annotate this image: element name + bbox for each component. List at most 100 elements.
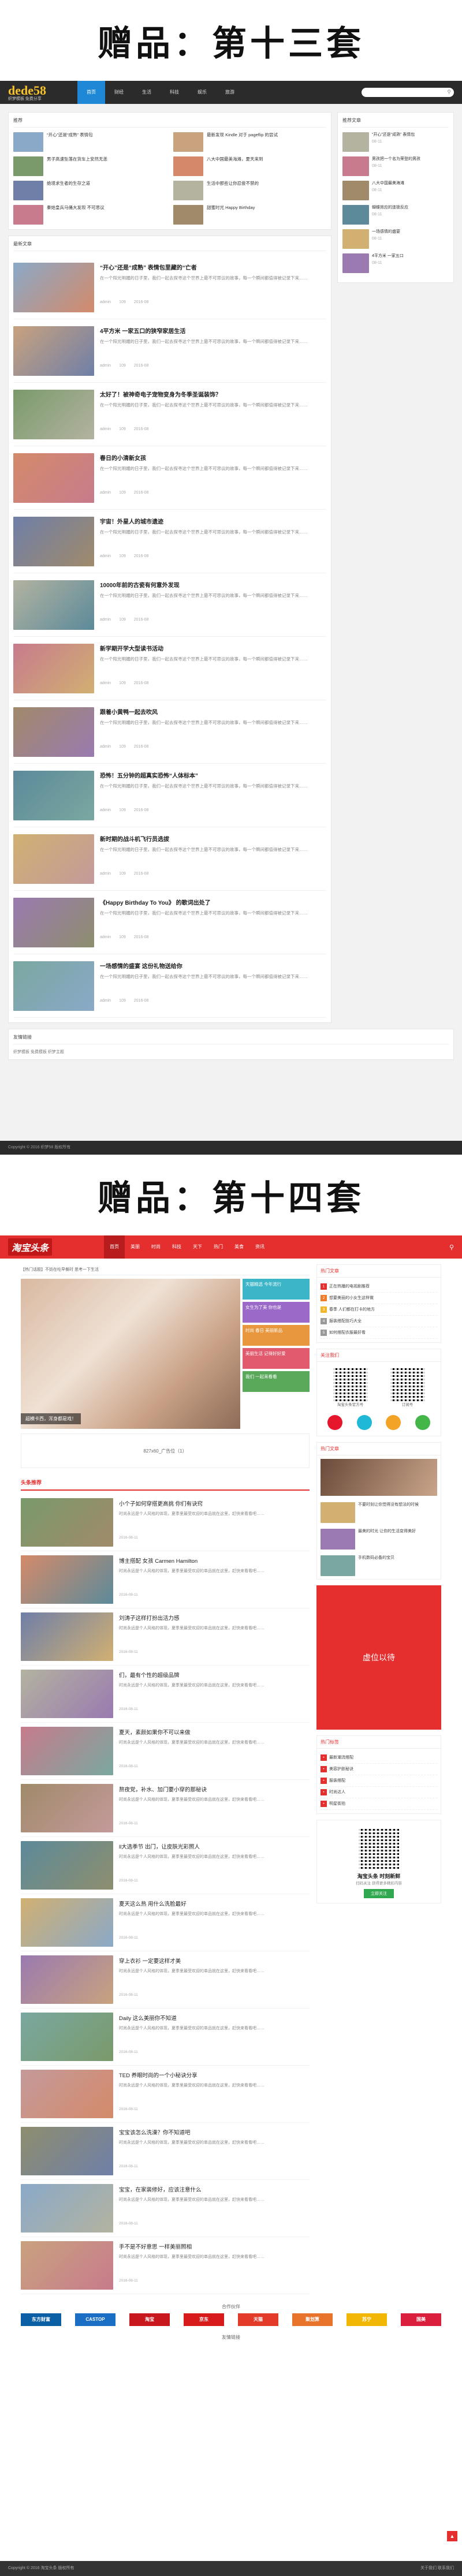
t14-tag-item[interactable]: • 美容护肤秘诀 [321, 1764, 437, 1775]
t13-article-thumb[interactable] [13, 898, 94, 947]
t13-side-title[interactable]: “开心”还是“成熟” 表情包 [372, 133, 415, 137]
t14-article-thumb[interactable] [21, 1955, 113, 2004]
t14-article-thumb[interactable] [21, 1555, 113, 1604]
t14-tag-text[interactable]: 明星街拍 [329, 1802, 345, 1806]
t14-nav-item[interactable]: 资讯 [249, 1235, 270, 1259]
t14-hot-item[interactable]: 4 服装搭配技巧大全 [321, 1316, 437, 1327]
t13-hot-item[interactable]: 绝境求生者的生存之道 [13, 181, 166, 200]
t13-article-title[interactable]: 恐怖！五分钟的超真实恐怖“人体标本” [100, 771, 326, 779]
t13-side-title[interactable]: 4平方米 一家五口 [372, 254, 404, 258]
t14-tag-item[interactable]: • 明星街拍 [321, 1798, 437, 1810]
t14-side-pic-thumb[interactable] [321, 1502, 355, 1523]
t14-tag-text[interactable]: 服装搭配 [329, 1779, 345, 1783]
t13-side-title[interactable]: 男孩把一个名为荣登的男孩 [372, 157, 420, 161]
t13-hot-title[interactable]: 男子高速坠落在货车上安然无恙 [47, 156, 107, 176]
t14-article-thumb[interactable] [21, 2184, 113, 2232]
t14-hot-title[interactable]: 想要美丽的小女生这样做 [329, 1296, 374, 1300]
t13-friend-list[interactable]: 织梦模板 免费模板 织梦主题 [13, 1049, 449, 1055]
t13-article-thumb[interactable] [13, 834, 94, 884]
t14-nav-item[interactable]: 首页 [104, 1235, 125, 1259]
brand-logo[interactable]: 苏宁 [346, 2313, 387, 2326]
t14-logo[interactable]: 淘宝头条 [8, 1238, 53, 1256]
brand-logo[interactable]: 淘宝 [129, 2313, 170, 2326]
t14-side-pic-item[interactable]: 手机数码必备的宝贝 [317, 1552, 441, 1579]
t13-article-title[interactable]: 新学期开学大型读书活动 [100, 644, 326, 652]
t13-nav-item[interactable]: 娱乐 [188, 81, 216, 104]
t13-hot-thumb[interactable] [13, 181, 43, 200]
search-icon[interactable]: ⚲ [447, 89, 451, 95]
t14-ad-placeholder[interactable]: 虚位以待 [316, 1585, 441, 1730]
t14-hot-item[interactable]: 1 正在热播的电视剧推荐 [321, 1281, 437, 1293]
t14-tag-text[interactable]: 时尚达人 [329, 1790, 345, 1794]
t14-article-thumb[interactable] [21, 1670, 113, 1718]
t13-article-title[interactable]: 春日的小清新女孩 [100, 453, 326, 462]
t14-tile[interactable]: 我们 一起来看看 [243, 1371, 310, 1392]
t14-tag-item[interactable]: • 时尚达人 [321, 1787, 437, 1798]
t13-hot-thumb[interactable] [173, 156, 203, 176]
t14-hero-image[interactable]: 超模卡西，浑身都是戏！ [21, 1279, 240, 1429]
brand-logo[interactable]: 聚划算 [292, 2313, 333, 2326]
t13-article-title[interactable]: “开心”还是“成熟” 表情包里藏的“亡者 [100, 263, 326, 271]
t14-tag-text[interactable]: 美容护肤秘诀 [329, 1767, 353, 1771]
t14-article-thumb[interactable] [21, 2070, 113, 2118]
t14-side-pic-title[interactable]: 不要时刻让你觉得没有想法的时候 [358, 1502, 419, 1523]
t14-article-thumb[interactable] [21, 1727, 113, 1775]
t13-hot-thumb[interactable] [13, 132, 43, 152]
t13-hot-thumb[interactable] [13, 205, 43, 225]
t13-search-input[interactable]: ⚲ [362, 88, 454, 97]
t14-side-pic-title[interactable]: 手机数码必备的宝贝 [358, 1555, 394, 1576]
t13-side-title[interactable]: 蝴蝶效应的连锁反应 [372, 206, 408, 210]
t13-side-title[interactable]: 八大中国最美海滩 [372, 181, 404, 185]
t13-hot-thumb[interactable] [173, 132, 203, 152]
t13-article-title[interactable]: 一场感情的盛宴 这份礼物送给你 [100, 961, 326, 970]
t14-hot-title[interactable]: 春季 人们都在打卡的地方 [329, 1308, 375, 1312]
brand-logo[interactable]: 天猫 [238, 2313, 278, 2326]
t14-nav-item[interactable]: 科技 [166, 1235, 187, 1259]
weibo-icon[interactable] [327, 1415, 343, 1430]
t14-tile[interactable]: 天猫精选 今年流行 [243, 1279, 310, 1300]
t13-article-thumb[interactable] [13, 263, 94, 312]
t13-hot-title[interactable]: 生活中那些让你忍俊不禁的 [207, 181, 259, 200]
t14-article-title[interactable]: 小个子如何穿搭更高挑 你们有诀窍 [119, 1499, 310, 1507]
t13-side-thumb[interactable] [342, 229, 369, 249]
t13-article-thumb[interactable] [13, 390, 94, 439]
t14-article-title[interactable]: 手不是不好意思 一样美丽照相 [119, 2242, 310, 2250]
t14-article-title[interactable]: 夏天这么热 用什么洗脸最好 [119, 1899, 310, 1907]
t14-footer-links[interactable]: 关于我们 联系我们 [420, 2561, 454, 2576]
t14-nav-item[interactable]: 天下 [187, 1235, 208, 1259]
t14-tile[interactable]: 美丽生活 记得好好爱 [243, 1348, 310, 1369]
t14-article-title[interactable]: 熬夜党，补水、加门要小穿的那秘诀 [119, 1785, 310, 1793]
t14-article-title[interactable]: TED 养眼时尚的一个小秘诀分享 [119, 2071, 310, 2079]
t13-article-thumb[interactable] [13, 707, 94, 757]
t14-side-image[interactable] [321, 1459, 437, 1496]
t13-side-thumb[interactable] [342, 253, 369, 273]
t14-article-thumb[interactable] [21, 1498, 113, 1547]
t13-side-item[interactable]: 八大中国最美海滩 08-11 [342, 181, 449, 200]
t14-article-title[interactable]: ll大选季节 出门，让皮肤光彩照人 [119, 1842, 310, 1850]
brand-logo[interactable]: 东方财富 [21, 2313, 61, 2326]
t13-nav-item[interactable]: 生活 [133, 81, 161, 104]
t13-nav-item[interactable]: 财经 [105, 81, 133, 104]
t14-article-thumb[interactable] [21, 1612, 113, 1661]
t14-side-pic-title[interactable]: 最美的时光 让你的生活变得美好 [358, 1529, 416, 1550]
t14-article-thumb[interactable] [21, 1898, 113, 1947]
t13-hot-item[interactable]: 生活中那些让你忍俊不禁的 [173, 181, 326, 200]
t13-hot-title[interactable]: 最新发现 Kindle 对于 pageflip 的尝试 [207, 132, 278, 152]
t14-side-pic-thumb[interactable] [321, 1555, 355, 1576]
brand-logo[interactable]: 京东 [184, 2313, 224, 2326]
t13-side-thumb[interactable] [342, 132, 369, 152]
t13-hot-item[interactable]: 甜蜜时光 Happy Birthday [173, 205, 326, 225]
wechat-icon[interactable] [415, 1415, 430, 1430]
t14-hot-title[interactable]: 服装搭配技巧大全 [329, 1319, 362, 1323]
t14-article-thumb[interactable] [21, 2127, 113, 2175]
t13-hot-title[interactable]: 甜蜜时光 Happy Birthday [207, 205, 255, 225]
t13-hot-title[interactable]: 绝境求生者的生存之道 [47, 181, 90, 200]
t14-hot-item[interactable]: 5 如何搭配衣服最好看 [321, 1327, 437, 1339]
t13-side-title[interactable]: 一场感情的盛宴 [372, 230, 400, 234]
t13-article-thumb[interactable] [13, 453, 94, 503]
t13-article-title[interactable]: 《Happy Birthday To You》 的歌词出处了 [100, 898, 326, 906]
t14-article-title[interactable]: 夏天，素颜如果你不可以来做 [119, 1728, 310, 1736]
t13-side-item[interactable]: “开心”还是“成熟” 表情包 08-11 [342, 132, 449, 152]
t13-article-thumb[interactable] [13, 771, 94, 820]
t13-hot-title[interactable]: 秦始皇兵马俑大发现 不可思议 [47, 205, 105, 225]
